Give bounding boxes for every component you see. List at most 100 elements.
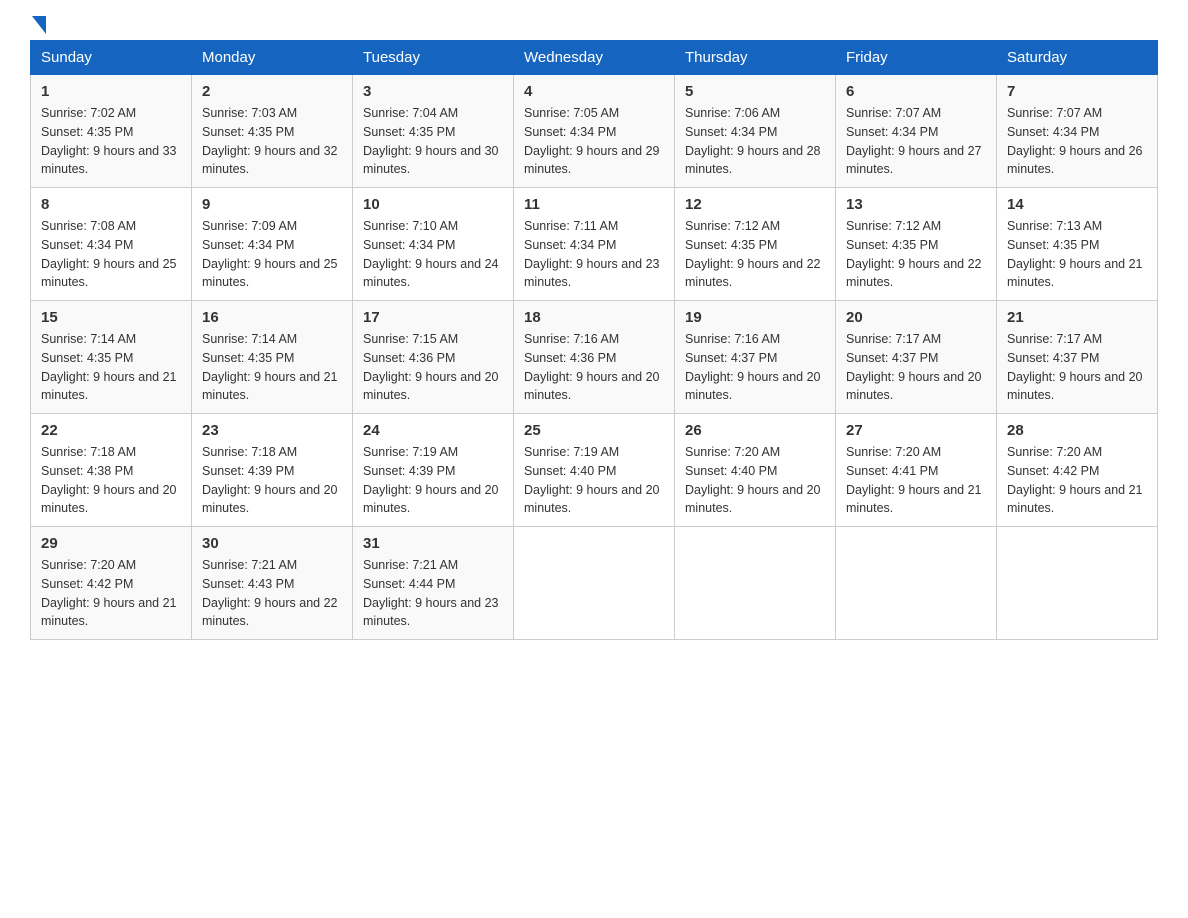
calendar-day-cell: 5 Sunrise: 7:06 AMSunset: 4:34 PMDaylight… xyxy=(675,75,836,188)
calendar-day-cell xyxy=(514,527,675,640)
day-sun-info: Sunrise: 7:15 AMSunset: 4:36 PMDaylight:… xyxy=(363,330,503,405)
day-sun-info: Sunrise: 7:20 AMSunset: 4:41 PMDaylight:… xyxy=(846,443,986,518)
day-number: 6 xyxy=(846,83,986,100)
day-sun-info: Sunrise: 7:13 AMSunset: 4:35 PMDaylight:… xyxy=(1007,217,1147,292)
day-number: 20 xyxy=(846,309,986,326)
day-number: 18 xyxy=(524,309,664,326)
calendar-day-cell: 4 Sunrise: 7:05 AMSunset: 4:34 PMDaylight… xyxy=(514,75,675,188)
calendar-day-cell: 22 Sunrise: 7:18 AMSunset: 4:38 PMDayligh… xyxy=(31,414,192,527)
day-number: 12 xyxy=(685,196,825,213)
day-sun-info: Sunrise: 7:20 AMSunset: 4:42 PMDaylight:… xyxy=(1007,443,1147,518)
day-number: 14 xyxy=(1007,196,1147,213)
calendar-day-cell: 20 Sunrise: 7:17 AMSunset: 4:37 PMDayligh… xyxy=(836,301,997,414)
calendar-day-cell xyxy=(836,527,997,640)
calendar-week-row: 29Sunrise: 7:20 AMSunset: 4:42 PMDayligh… xyxy=(31,527,1158,640)
day-sun-info: Sunrise: 7:17 AMSunset: 4:37 PMDaylight:… xyxy=(1007,330,1147,405)
day-sun-info: Sunrise: 7:20 AMSunset: 4:40 PMDaylight:… xyxy=(685,443,825,518)
day-of-week-header: Sunday xyxy=(31,41,192,75)
day-sun-info: Sunrise: 7:11 AMSunset: 4:34 PMDaylight:… xyxy=(524,217,664,292)
calendar-day-cell: 26 Sunrise: 7:20 AMSunset: 4:40 PMDayligh… xyxy=(675,414,836,527)
day-number: 17 xyxy=(363,309,503,326)
day-sun-info: Sunrise: 7:02 AMSunset: 4:35 PMDaylight:… xyxy=(41,104,181,179)
logo xyxy=(30,20,46,30)
day-sun-info: Sunrise: 7:08 AMSunset: 4:34 PMDaylight:… xyxy=(41,217,181,292)
calendar-day-cell: 16 Sunrise: 7:14 AMSunset: 4:35 PMDayligh… xyxy=(192,301,353,414)
day-number: 22 xyxy=(41,422,181,439)
calendar-week-row: 22 Sunrise: 7:18 AMSunset: 4:38 PMDayligh… xyxy=(31,414,1158,527)
day-number: 21 xyxy=(1007,309,1147,326)
day-sun-info: Sunrise: 7:19 AMSunset: 4:39 PMDaylight:… xyxy=(363,443,503,518)
day-of-week-header: Tuesday xyxy=(353,41,514,75)
day-sun-info: Sunrise: 7:06 AMSunset: 4:34 PMDaylight:… xyxy=(685,104,825,179)
day-number: 15 xyxy=(41,309,181,326)
calendar-day-cell: 31 Sunrise: 7:21 AMSunset: 4:44 PMDayligh… xyxy=(353,527,514,640)
calendar-day-cell xyxy=(675,527,836,640)
day-of-week-header: Monday xyxy=(192,41,353,75)
calendar-day-cell: 17 Sunrise: 7:15 AMSunset: 4:36 PMDayligh… xyxy=(353,301,514,414)
day-sun-info: Sunrise: 7:21 AMSunset: 4:44 PMDaylight:… xyxy=(363,556,503,631)
day-sun-info: Sunrise: 7:12 AMSunset: 4:35 PMDaylight:… xyxy=(846,217,986,292)
calendar-day-cell: 21 Sunrise: 7:17 AMSunset: 4:37 PMDayligh… xyxy=(997,301,1158,414)
day-sun-info: Sunrise: 7:19 AMSunset: 4:40 PMDaylight:… xyxy=(524,443,664,518)
calendar-day-cell: 9Sunrise: 7:09 AMSunset: 4:34 PMDaylight… xyxy=(192,188,353,301)
day-sun-info: Sunrise: 7:17 AMSunset: 4:37 PMDaylight:… xyxy=(846,330,986,405)
day-of-week-header: Friday xyxy=(836,41,997,75)
day-number: 28 xyxy=(1007,422,1147,439)
calendar-day-cell: 27 Sunrise: 7:20 AMSunset: 4:41 PMDayligh… xyxy=(836,414,997,527)
day-sun-info: Sunrise: 7:18 AMSunset: 4:39 PMDaylight:… xyxy=(202,443,342,518)
day-number: 30 xyxy=(202,535,342,552)
calendar-day-cell: 2Sunrise: 7:03 AMSunset: 4:35 PMDaylight… xyxy=(192,75,353,188)
day-sun-info: Sunrise: 7:07 AMSunset: 4:34 PMDaylight:… xyxy=(846,104,986,179)
day-sun-info: Sunrise: 7:09 AMSunset: 4:34 PMDaylight:… xyxy=(202,217,342,292)
calendar-day-cell: 28 Sunrise: 7:20 AMSunset: 4:42 PMDayligh… xyxy=(997,414,1158,527)
day-number: 25 xyxy=(524,422,664,439)
day-number: 19 xyxy=(685,309,825,326)
calendar-header: SundayMondayTuesdayWednesdayThursdayFrid… xyxy=(31,41,1158,75)
day-sun-info: Sunrise: 7:07 AMSunset: 4:34 PMDaylight:… xyxy=(1007,104,1147,179)
day-number: 7 xyxy=(1007,83,1147,100)
calendar-day-cell: 10Sunrise: 7:10 AMSunset: 4:34 PMDayligh… xyxy=(353,188,514,301)
page-header xyxy=(30,20,1158,30)
day-sun-info: Sunrise: 7:12 AMSunset: 4:35 PMDaylight:… xyxy=(685,217,825,292)
day-of-week-header: Wednesday xyxy=(514,41,675,75)
day-of-week-header: Thursday xyxy=(675,41,836,75)
day-number: 31 xyxy=(363,535,503,552)
calendar-body: 1 Sunrise: 7:02 AMSunset: 4:35 PMDaylight… xyxy=(31,75,1158,640)
calendar-table: SundayMondayTuesdayWednesdayThursdayFrid… xyxy=(30,40,1158,640)
day-number: 2 xyxy=(202,83,342,100)
day-number: 16 xyxy=(202,309,342,326)
calendar-day-cell: 3 Sunrise: 7:04 AMSunset: 4:35 PMDaylight… xyxy=(353,75,514,188)
day-sun-info: Sunrise: 7:16 AMSunset: 4:36 PMDaylight:… xyxy=(524,330,664,405)
calendar-day-cell: 23 Sunrise: 7:18 AMSunset: 4:39 PMDayligh… xyxy=(192,414,353,527)
day-of-week-header: Saturday xyxy=(997,41,1158,75)
day-number: 5 xyxy=(685,83,825,100)
day-sun-info: Sunrise: 7:05 AMSunset: 4:34 PMDaylight:… xyxy=(524,104,664,179)
calendar-day-cell: 1 Sunrise: 7:02 AMSunset: 4:35 PMDaylight… xyxy=(31,75,192,188)
calendar-day-cell: 11 Sunrise: 7:11 AMSunset: 4:34 PMDayligh… xyxy=(514,188,675,301)
calendar-day-cell xyxy=(997,527,1158,640)
calendar-day-cell: 6 Sunrise: 7:07 AMSunset: 4:34 PMDaylight… xyxy=(836,75,997,188)
day-sun-info: Sunrise: 7:14 AMSunset: 4:35 PMDaylight:… xyxy=(41,330,181,405)
calendar-day-cell: 25 Sunrise: 7:19 AMSunset: 4:40 PMDayligh… xyxy=(514,414,675,527)
day-sun-info: Sunrise: 7:04 AMSunset: 4:35 PMDaylight:… xyxy=(363,104,503,179)
day-number: 26 xyxy=(685,422,825,439)
calendar-day-cell: 12 Sunrise: 7:12 AMSunset: 4:35 PMDayligh… xyxy=(675,188,836,301)
calendar-day-cell: 14 Sunrise: 7:13 AMSunset: 4:35 PMDayligh… xyxy=(997,188,1158,301)
header-row: SundayMondayTuesdayWednesdayThursdayFrid… xyxy=(31,41,1158,75)
day-sun-info: Sunrise: 7:21 AMSunset: 4:43 PMDaylight:… xyxy=(202,556,342,631)
day-number: 11 xyxy=(524,196,664,213)
day-sun-info: Sunrise: 7:20 AMSunset: 4:42 PMDaylight:… xyxy=(41,556,181,631)
day-number: 4 xyxy=(524,83,664,100)
day-sun-info: Sunrise: 7:18 AMSunset: 4:38 PMDaylight:… xyxy=(41,443,181,518)
day-number: 27 xyxy=(846,422,986,439)
day-sun-info: Sunrise: 7:16 AMSunset: 4:37 PMDaylight:… xyxy=(685,330,825,405)
calendar-day-cell: 30 Sunrise: 7:21 AMSunset: 4:43 PMDayligh… xyxy=(192,527,353,640)
day-sun-info: Sunrise: 7:10 AMSunset: 4:34 PMDaylight:… xyxy=(363,217,503,292)
calendar-day-cell: 13Sunrise: 7:12 AMSunset: 4:35 PMDayligh… xyxy=(836,188,997,301)
calendar-day-cell: 24Sunrise: 7:19 AMSunset: 4:39 PMDayligh… xyxy=(353,414,514,527)
calendar-day-cell: 7 Sunrise: 7:07 AMSunset: 4:34 PMDaylight… xyxy=(997,75,1158,188)
day-sun-info: Sunrise: 7:14 AMSunset: 4:35 PMDaylight:… xyxy=(202,330,342,405)
day-number: 1 xyxy=(41,83,181,100)
day-number: 3 xyxy=(363,83,503,100)
day-number: 23 xyxy=(202,422,342,439)
